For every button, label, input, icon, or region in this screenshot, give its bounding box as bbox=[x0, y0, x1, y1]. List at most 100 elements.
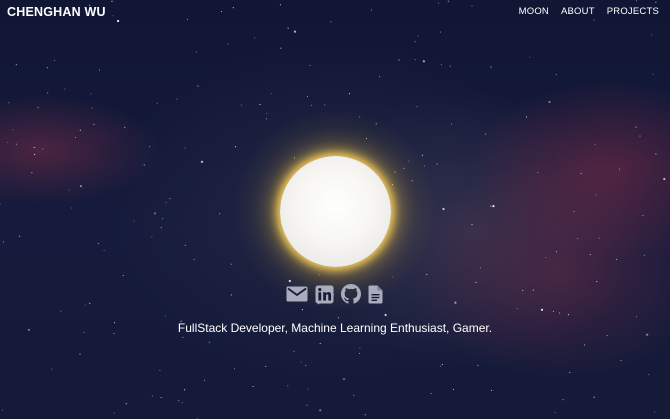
star bbox=[342, 378, 346, 381]
star bbox=[159, 369, 161, 371]
star bbox=[364, 414, 366, 416]
star bbox=[12, 129, 14, 131]
resume-document-icon[interactable] bbox=[368, 285, 383, 304]
star bbox=[90, 93, 92, 95]
star bbox=[593, 396, 595, 398]
star bbox=[287, 385, 289, 387]
star bbox=[540, 308, 544, 311]
star bbox=[133, 220, 135, 222]
star bbox=[64, 88, 66, 90]
star bbox=[306, 95, 309, 97]
top-navbar: CHENGHAN WU MOON ABOUT PROJECTS bbox=[0, 0, 670, 24]
star bbox=[280, 47, 282, 49]
star bbox=[492, 205, 495, 208]
star bbox=[91, 107, 93, 109]
star bbox=[71, 207, 73, 209]
star bbox=[422, 60, 425, 63]
nav-link-projects[interactable]: PROJECTS bbox=[607, 6, 659, 17]
star bbox=[33, 146, 35, 148]
github-icon[interactable] bbox=[341, 284, 361, 304]
star bbox=[577, 238, 579, 240]
star bbox=[562, 399, 564, 401]
star bbox=[414, 41, 416, 43]
star bbox=[15, 64, 17, 66]
moon[interactable] bbox=[280, 156, 391, 267]
star bbox=[353, 394, 355, 396]
star bbox=[149, 146, 151, 148]
star bbox=[583, 344, 586, 346]
star bbox=[151, 236, 153, 238]
star bbox=[537, 172, 539, 174]
star bbox=[442, 207, 445, 211]
star bbox=[42, 148, 44, 150]
star bbox=[305, 364, 307, 367]
star bbox=[37, 107, 39, 109]
star bbox=[195, 51, 197, 53]
mail-icon[interactable] bbox=[286, 286, 308, 302]
star bbox=[184, 389, 186, 391]
star bbox=[164, 315, 166, 317]
star bbox=[301, 309, 303, 311]
star bbox=[529, 56, 531, 58]
star bbox=[160, 396, 162, 399]
star bbox=[124, 126, 126, 128]
star bbox=[19, 235, 21, 237]
star bbox=[156, 102, 158, 104]
star bbox=[74, 136, 77, 139]
star bbox=[31, 172, 33, 174]
star bbox=[319, 342, 321, 345]
star bbox=[594, 143, 596, 145]
star bbox=[532, 289, 534, 291]
linkedin-icon[interactable] bbox=[315, 285, 334, 304]
star bbox=[522, 289, 524, 291]
star bbox=[193, 258, 195, 261]
star bbox=[184, 147, 186, 149]
star bbox=[310, 104, 313, 106]
nav-links: MOON ABOUT PROJECTS bbox=[519, 6, 659, 17]
star bbox=[652, 73, 654, 76]
star bbox=[398, 59, 400, 61]
star bbox=[451, 123, 453, 125]
star bbox=[567, 314, 569, 316]
star bbox=[619, 168, 621, 170]
star bbox=[596, 281, 598, 283]
star bbox=[606, 334, 608, 337]
star bbox=[176, 98, 178, 100]
star bbox=[479, 267, 481, 269]
star bbox=[595, 194, 597, 196]
star bbox=[319, 409, 322, 412]
star bbox=[98, 69, 101, 71]
star bbox=[230, 263, 232, 265]
star bbox=[417, 35, 419, 37]
star bbox=[160, 227, 162, 229]
star bbox=[153, 212, 156, 215]
star bbox=[449, 65, 451, 67]
star bbox=[309, 65, 311, 67]
nav-link-moon[interactable]: MOON bbox=[519, 6, 549, 17]
star bbox=[441, 363, 443, 365]
star bbox=[569, 371, 571, 373]
star bbox=[287, 27, 289, 29]
social-links bbox=[286, 284, 383, 304]
site-brand[interactable]: CHENGHAN WU bbox=[7, 5, 106, 19]
star bbox=[490, 66, 492, 68]
star bbox=[200, 160, 204, 163]
star bbox=[416, 106, 418, 108]
star bbox=[34, 154, 36, 156]
star bbox=[89, 302, 91, 304]
star bbox=[182, 336, 184, 338]
star bbox=[384, 313, 387, 317]
star bbox=[359, 352, 361, 355]
star bbox=[548, 100, 551, 104]
star bbox=[47, 92, 49, 94]
star bbox=[655, 153, 657, 155]
star bbox=[113, 412, 115, 414]
star bbox=[93, 123, 95, 125]
star bbox=[293, 30, 297, 33]
star bbox=[573, 211, 575, 213]
star bbox=[556, 251, 558, 253]
star bbox=[227, 43, 229, 45]
nav-link-about[interactable]: ABOUT bbox=[561, 6, 595, 17]
star bbox=[491, 389, 493, 391]
star bbox=[452, 388, 455, 390]
